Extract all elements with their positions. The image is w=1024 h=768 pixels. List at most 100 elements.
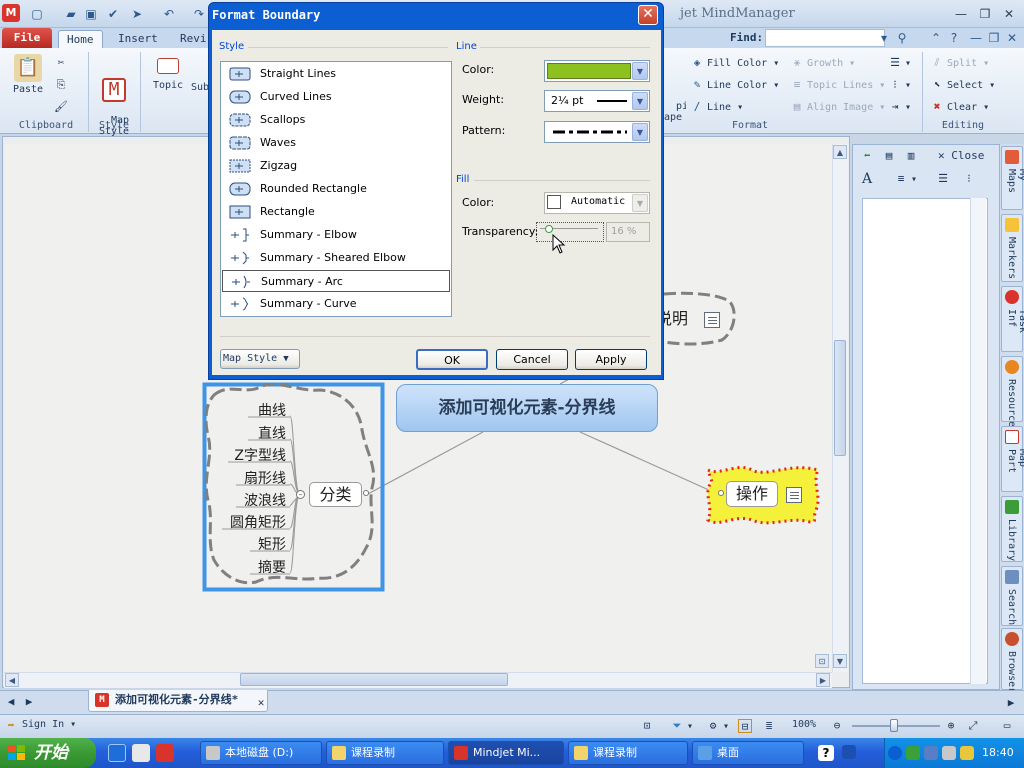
subtopic-zigzag[interactable]: Z字型线 bbox=[216, 445, 286, 465]
copy-button[interactable]: ⎘ bbox=[54, 78, 71, 92]
map-view-icon[interactable]: ⊟ bbox=[738, 719, 755, 733]
cut-button[interactable]: ✂ bbox=[54, 56, 71, 70]
doc-tab-close-icon[interactable]: ✕ bbox=[254, 696, 271, 710]
taskbar-desktop[interactable]: 桌面 bbox=[692, 741, 804, 765]
tp-page-icon[interactable]: ▤ bbox=[882, 149, 899, 163]
subtopic-yuanjiao[interactable]: 圆角矩形 bbox=[216, 512, 286, 532]
start-button[interactable]: 开始 bbox=[0, 738, 96, 768]
close-window-icon[interactable]: ✕ bbox=[998, 5, 1020, 23]
subtopic-quxian[interactable]: 曲线 bbox=[216, 400, 286, 420]
save-check-icon[interactable]: ✔ bbox=[104, 5, 122, 23]
subtopic-zhixian[interactable]: 直线 bbox=[216, 423, 286, 443]
align-image-button[interactable]: ▤ Align Image ▾ bbox=[790, 100, 886, 114]
topic-lines-button[interactable]: ≡ Topic Lines ▾ bbox=[790, 78, 886, 92]
select-button[interactable]: ⬉ Select ▾ bbox=[930, 78, 995, 92]
fit-page-icon[interactable]: ⤢ bbox=[966, 719, 983, 733]
tab-map-parts[interactable]: Map Part bbox=[1001, 426, 1024, 492]
tab-resources[interactable]: Resource bbox=[1001, 356, 1023, 427]
find-dropdown-icon[interactable]: ▾ bbox=[876, 30, 892, 46]
subtopic-bolang[interactable]: 波浪线 bbox=[216, 490, 286, 510]
apply-button[interactable]: Apply bbox=[575, 349, 647, 370]
subtopic-button[interactable]: Sub bbox=[190, 58, 210, 93]
tab-my-maps[interactable]: My Maps bbox=[1001, 146, 1024, 210]
dialog-close-icon[interactable]: ✕ bbox=[638, 5, 658, 25]
paste-button[interactable]: 📋 Paste bbox=[8, 54, 48, 95]
fill-color-button[interactable]: ◈ Fill Color ▾ bbox=[690, 56, 780, 70]
scroll-left-icon[interactable]: ◀ bbox=[5, 673, 19, 687]
new-file-icon[interactable]: ▢ bbox=[28, 5, 46, 23]
next-doc-icon[interactable]: ▶ bbox=[22, 695, 39, 709]
tp-page2-icon[interactable]: ▥ bbox=[904, 149, 921, 163]
align-dropdown-icon[interactable]: ≡ ▾ bbox=[894, 172, 917, 186]
numbering-button[interactable]: ⁝ ▾ bbox=[888, 78, 911, 92]
redo-icon[interactable]: ↷ bbox=[190, 5, 208, 23]
mindmanager-quicklaunch-icon[interactable] bbox=[156, 744, 174, 762]
layout-icon[interactable]: ⚙ ▾ bbox=[706, 719, 729, 733]
style-item-waves[interactable]: Waves bbox=[222, 132, 450, 154]
style-item-rectangle[interactable]: Rectangle bbox=[222, 201, 450, 223]
status-options-icon[interactable]: ▭ bbox=[1000, 719, 1017, 733]
minimize-icon[interactable]: — bbox=[950, 5, 972, 23]
fit-map-icon[interactable]: ⊡ bbox=[815, 654, 829, 668]
network-icon[interactable] bbox=[924, 746, 938, 760]
style-item-summary-sheared-elbow[interactable]: Summary - Sheared Elbow bbox=[222, 247, 450, 269]
clear-button[interactable]: ✖ Clear ▾ bbox=[930, 100, 989, 114]
zoom-in-icon[interactable]: ⊕ bbox=[944, 719, 961, 733]
line-weight-dropdown[interactable]: 2¼ pt ▼ bbox=[544, 90, 650, 112]
tray-back-icon[interactable] bbox=[888, 746, 902, 760]
prev-doc-icon[interactable]: ◀ bbox=[4, 695, 21, 709]
bullets-button[interactable]: ☰ ▾ bbox=[888, 56, 911, 70]
cancel-button[interactable]: Cancel bbox=[496, 349, 568, 370]
overview-icon[interactable]: ⊡ bbox=[640, 719, 657, 733]
note-icon[interactable] bbox=[704, 312, 720, 328]
line-button[interactable]: ∕ Line ▾ bbox=[690, 100, 743, 114]
outline-view-icon[interactable]: ≣ bbox=[762, 719, 779, 733]
doc-restore-icon[interactable]: ❐ bbox=[986, 30, 1002, 46]
topic-shape-button[interactable]: pic ape bbox=[664, 90, 686, 123]
tab-browser[interactable]: Browser bbox=[1001, 628, 1023, 693]
app-logo-icon[interactable]: M bbox=[2, 4, 20, 22]
undo-icon[interactable]: ↶ bbox=[160, 5, 178, 23]
help-icon[interactable]: ? bbox=[946, 30, 962, 46]
ie-icon[interactable] bbox=[108, 744, 126, 762]
fill-color-picker[interactable]: Automatic ▼ bbox=[544, 192, 650, 214]
find-input[interactable] bbox=[765, 29, 885, 47]
scroll-down-icon[interactable]: ▼ bbox=[833, 654, 847, 668]
split-button[interactable]: ⫽ Split ▾ bbox=[930, 56, 990, 70]
taskbar-folder-1[interactable]: 课程录制 bbox=[326, 741, 444, 765]
horizontal-scroll-thumb[interactable] bbox=[240, 673, 508, 686]
line-color-button[interactable]: ✎ Line Color ▾ bbox=[690, 78, 780, 92]
note-icon[interactable] bbox=[786, 487, 802, 503]
doc-minimize-icon[interactable]: — bbox=[968, 30, 984, 46]
document-tab[interactable]: M 添加可视化元素-分界线* bbox=[88, 690, 268, 712]
style-item-rounded-rectangle[interactable]: Rounded Rectangle bbox=[222, 178, 450, 200]
style-item-straight-lines[interactable]: Straight Lines bbox=[222, 63, 450, 85]
style-item-zigzag[interactable]: Zigzag bbox=[222, 155, 450, 177]
central-topic[interactable]: 添加可视化元素-分界线 bbox=[396, 384, 658, 432]
zoom-slider-thumb[interactable] bbox=[890, 719, 898, 732]
tab-markers[interactable]: Markers bbox=[1001, 214, 1023, 282]
quicklaunch-icon[interactable] bbox=[132, 744, 150, 762]
style-item-summary-elbow[interactable]: Summary - Elbow bbox=[222, 224, 450, 246]
send-icon[interactable]: ➤ bbox=[128, 5, 146, 23]
collapse-minus-icon[interactable]: – bbox=[296, 490, 305, 499]
scroll-up-icon[interactable]: ▲ bbox=[833, 145, 847, 159]
font-icon[interactable]: A bbox=[860, 172, 877, 186]
open-folder-icon[interactable]: ▰ bbox=[62, 5, 80, 23]
tray-pen-icon[interactable] bbox=[960, 746, 974, 760]
notes-scrollbar[interactable] bbox=[970, 198, 986, 684]
taskbar-drive-d[interactable]: 本地磁盘 (D:) bbox=[200, 741, 322, 765]
tab-task-info[interactable]: Task Inf bbox=[1001, 286, 1024, 352]
topic-caozuo[interactable]: 操作 bbox=[726, 481, 778, 507]
sign-in-button[interactable]: Sign In ▾ bbox=[22, 719, 76, 730]
line-color-picker[interactable]: ▼ bbox=[544, 60, 650, 82]
doc-tab-overflow-icon[interactable]: ▶ bbox=[1004, 696, 1021, 710]
tray-arrow-icon[interactable] bbox=[842, 745, 856, 759]
growth-button[interactable]: ⚹ Growth ▾ bbox=[790, 56, 855, 70]
style-item-summary-curve[interactable]: Summary - Curve bbox=[222, 293, 450, 315]
collapse-ribbon-icon[interactable]: ⌃ bbox=[928, 30, 944, 46]
map-style-dropdown-button[interactable]: Map Style ▼ bbox=[220, 349, 300, 369]
restore-icon[interactable]: ❐ bbox=[974, 5, 996, 23]
task-pane-close-button[interactable]: ✕ Close bbox=[938, 149, 984, 162]
volume-icon[interactable] bbox=[942, 746, 956, 760]
